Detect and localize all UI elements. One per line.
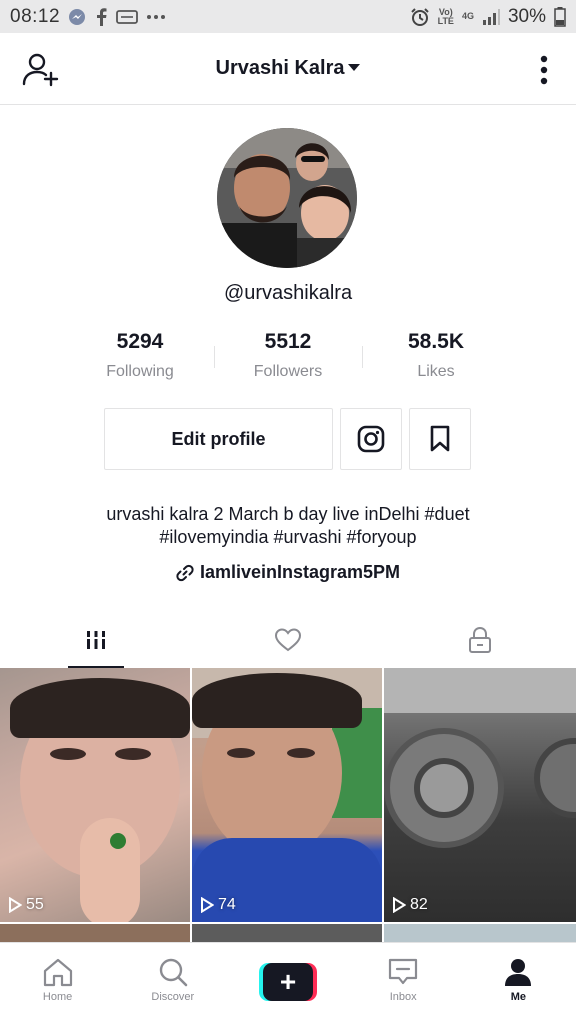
bottom-nav: Home Discover + Inbox Me (0, 942, 576, 1024)
nav-label: Inbox (389, 991, 417, 1003)
message-icon (116, 9, 138, 24)
nav-home[interactable]: Home (0, 943, 115, 1024)
header-title: Urvashi Kalra (215, 57, 345, 79)
play-count: 74 (200, 896, 236, 914)
instagram-icon (357, 425, 385, 453)
bio-link[interactable]: IamliveinInstagram5PM (0, 562, 576, 583)
tab-private[interactable] (384, 612, 576, 668)
stat-label: Following (106, 363, 174, 380)
content-tabs (0, 612, 576, 668)
nav-label: Discover (151, 991, 195, 1003)
stat-likes[interactable]: 58.5K Likes (362, 330, 510, 385)
lock-icon (469, 626, 491, 653)
search-icon (159, 958, 188, 987)
profile-header: Urvashi Kalra (0, 33, 576, 105)
video-thumbnail[interactable] (192, 924, 382, 942)
profile-icon (505, 959, 532, 986)
more-options-button[interactable] (540, 55, 548, 85)
nav-label: Me (510, 991, 527, 1003)
nav-me[interactable]: Me (461, 943, 576, 1024)
battery-icon (554, 6, 566, 27)
nav-create[interactable]: + (230, 943, 345, 1024)
signal-icon (482, 8, 500, 25)
status-time: 08:12 (10, 5, 61, 27)
create-button[interactable]: + (259, 963, 317, 1001)
more-vertical-icon (540, 55, 548, 85)
play-icon (393, 897, 406, 913)
video-thumbnail[interactable]: 82 (384, 668, 576, 922)
nav-inbox[interactable]: Inbox (346, 943, 461, 1024)
profile-stats: 5294 Following 5512 Followers 58.5K Like… (66, 330, 510, 385)
nav-discover[interactable]: Discover (115, 943, 230, 1024)
stat-label: Likes (417, 363, 455, 380)
play-count-text: 74 (218, 896, 236, 913)
link-icon (176, 564, 194, 581)
stat-label: Followers (253, 363, 323, 380)
bio-link-text: IamliveinInstagram5PM (199, 562, 401, 582)
alarm-icon (410, 7, 430, 27)
username: @urvashikalra (223, 282, 353, 304)
play-count-text: 55 (26, 896, 44, 913)
video-thumbnail[interactable] (0, 924, 190, 942)
messenger-icon (68, 8, 86, 26)
play-count-text: 82 (410, 896, 428, 913)
video-grid-row-partial (0, 924, 576, 942)
more-notifications-icon (146, 14, 166, 20)
nav-label: Home (42, 991, 73, 1003)
video-grid: 55 74 82 (0, 668, 576, 944)
network-type: 4G (461, 11, 474, 21)
play-count: 82 (392, 896, 428, 914)
bookmark-icon (430, 425, 450, 452)
volte-bottom-text: LTE (437, 15, 454, 26)
avatar[interactable] (217, 128, 357, 268)
inbox-icon (389, 958, 418, 985)
tab-liked[interactable] (192, 612, 384, 668)
video-thumbnail[interactable]: 74 (192, 668, 382, 922)
home-icon (43, 958, 72, 987)
volte-indicator: Vo) LTE (437, 7, 454, 26)
edit-profile-button[interactable]: Edit profile (104, 408, 333, 470)
facebook-icon (94, 7, 108, 26)
stat-value: 5294 (116, 330, 164, 353)
profile-bio: urvashi kalra 2 March b day live inDelhi… (106, 504, 470, 547)
plus-icon: + (263, 963, 313, 1001)
play-icon (9, 897, 22, 913)
status-bar: 08:12 Vo) LTE 4G 30% (0, 0, 576, 33)
play-count: 55 (8, 896, 44, 914)
stat-following[interactable]: 5294 Following (66, 330, 214, 385)
stat-followers[interactable]: 5512 Followers (214, 330, 362, 385)
video-thumbnail[interactable]: 55 (0, 668, 190, 922)
caret-down-icon (348, 64, 361, 71)
profile-actions: Edit profile (104, 408, 471, 470)
heart-icon (274, 628, 302, 652)
favorites-button[interactable] (409, 408, 471, 470)
play-icon (201, 897, 214, 913)
tab-videos[interactable] (0, 612, 192, 668)
stat-value: 5512 (264, 330, 312, 353)
video-thumbnail[interactable] (384, 924, 576, 942)
stat-value: 58.5K (407, 330, 465, 353)
instagram-button[interactable] (340, 408, 402, 470)
account-switcher[interactable]: Urvashi Kalra (0, 57, 576, 80)
avatar-photo (217, 128, 357, 268)
grid-icon (87, 631, 105, 649)
battery-percent: 30% (507, 5, 546, 27)
